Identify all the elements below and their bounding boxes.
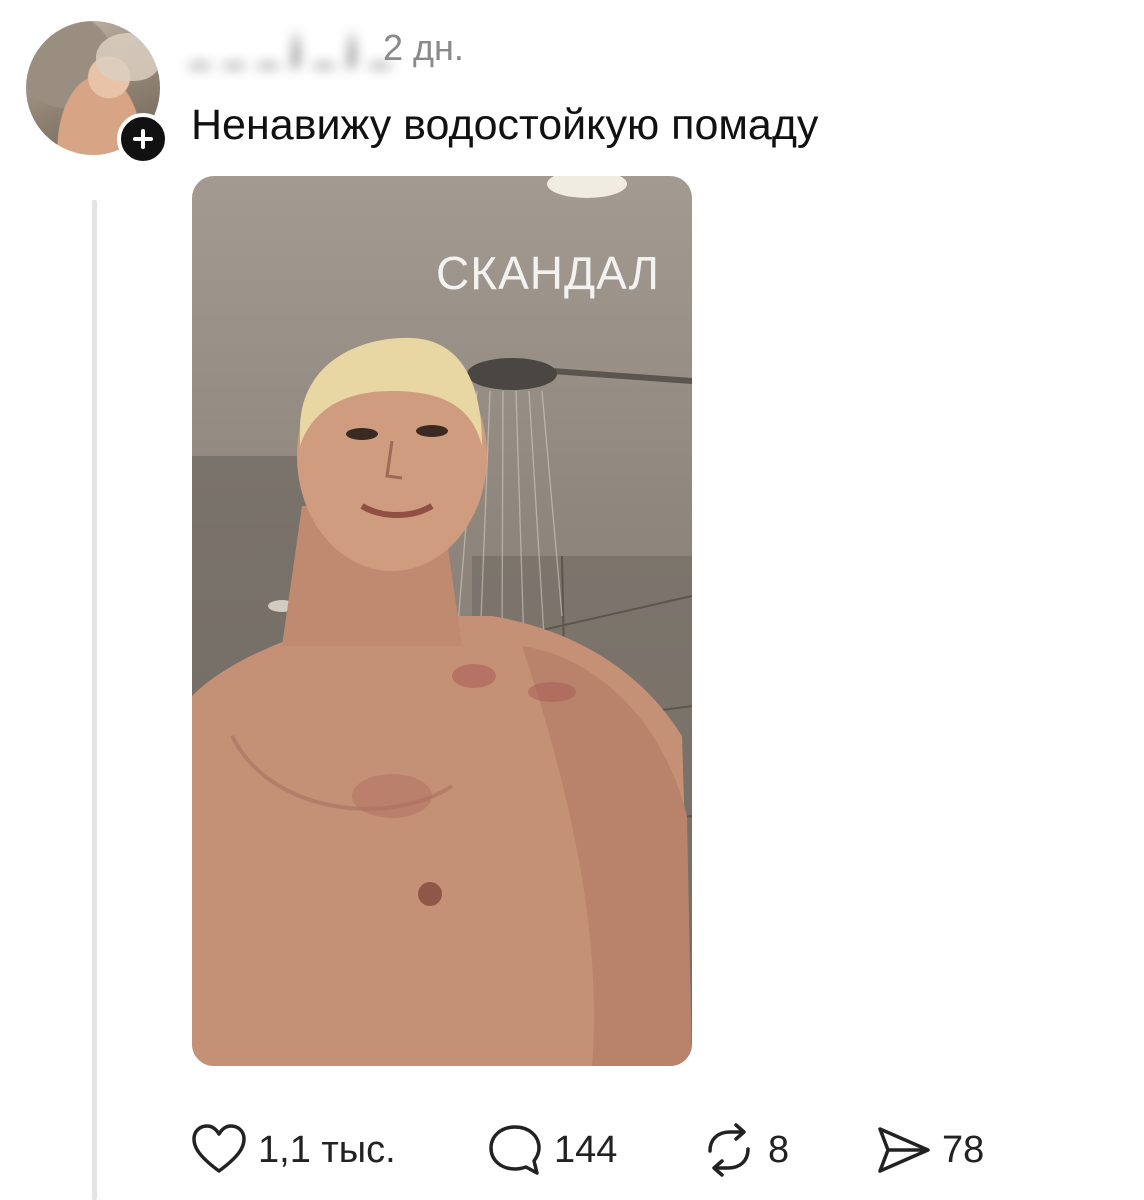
thread-line	[92, 200, 97, 1200]
paper-plane-icon	[878, 1127, 930, 1173]
like-count: 1,1 тыс.	[258, 1128, 396, 1171]
username-blurred[interactable]: _ _ _ j _ j _	[190, 28, 390, 68]
action-bar: 1,1 тыс. 144 8 78	[190, 1120, 1070, 1180]
shower-selfie-illustration	[192, 176, 692, 1066]
speech-bubble-icon	[489, 1125, 541, 1175]
repost-button[interactable]: 8	[700, 1120, 789, 1180]
comment-count: 144	[554, 1128, 618, 1171]
share-button[interactable]: 78	[874, 1120, 984, 1180]
post-image[interactable]: СКАНДАЛ	[192, 176, 692, 1066]
heart-icon	[192, 1124, 246, 1173]
share-count: 78	[942, 1128, 985, 1171]
repost-count: 8	[768, 1128, 790, 1171]
avatar-hair	[96, 33, 160, 81]
post-text: Ненавижу водостойкую помаду	[191, 101, 819, 149]
like-button[interactable]: 1,1 тыс.	[190, 1120, 396, 1180]
follow-plus-icon[interactable]	[117, 113, 169, 165]
image-caption-overlay: СКАНДАЛ	[436, 247, 660, 299]
comment-button[interactable]: 144	[486, 1120, 617, 1180]
post-time: 2 дн.	[383, 27, 464, 68]
repost-arrows-icon	[708, 1123, 750, 1177]
